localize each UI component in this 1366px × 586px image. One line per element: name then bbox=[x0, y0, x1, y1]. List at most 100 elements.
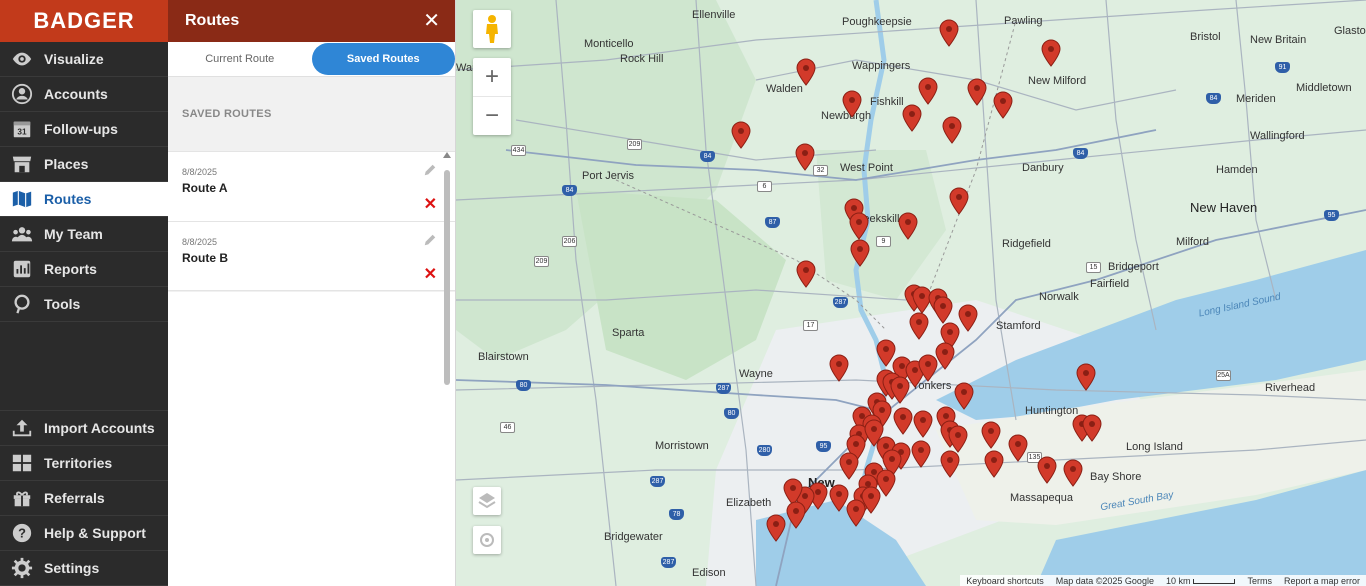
nav-routes[interactable]: Routes bbox=[0, 182, 168, 217]
map-label: Long Island bbox=[1126, 441, 1183, 453]
scroll-thumb[interactable] bbox=[444, 170, 450, 385]
location-pin-icon[interactable] bbox=[846, 499, 866, 527]
location-pin-icon[interactable] bbox=[839, 452, 859, 480]
route-shield: 287 bbox=[833, 297, 848, 308]
location-pin-icon[interactable] bbox=[1063, 459, 1083, 487]
grid-icon bbox=[11, 452, 33, 474]
report-link[interactable]: Report a map error bbox=[1278, 576, 1366, 586]
location-pin-icon[interactable] bbox=[796, 260, 816, 288]
user-icon bbox=[11, 83, 33, 105]
location-pin-icon[interactable] bbox=[795, 143, 815, 171]
location-pin-icon[interactable] bbox=[942, 116, 962, 144]
location-pin-icon[interactable] bbox=[902, 104, 922, 132]
location-pin-icon[interactable] bbox=[1037, 456, 1057, 484]
location-pin-icon[interactable] bbox=[1076, 363, 1096, 391]
nav-visualize[interactable]: Visualize bbox=[0, 42, 168, 77]
location-pin-icon[interactable] bbox=[933, 296, 953, 324]
nav-label: Import Accounts bbox=[44, 420, 155, 436]
zoom-out-button[interactable]: − bbox=[473, 97, 511, 135]
nav-my-team[interactable]: My Team bbox=[0, 217, 168, 252]
locate-button[interactable] bbox=[473, 526, 501, 554]
location-pin-icon[interactable] bbox=[1041, 39, 1061, 67]
nav-accounts[interactable]: Accounts bbox=[0, 77, 168, 112]
location-pin-icon[interactable] bbox=[981, 421, 1001, 449]
nav-places[interactable]: Places bbox=[0, 147, 168, 182]
location-pin-icon[interactable] bbox=[842, 90, 862, 118]
location-pin-icon[interactable] bbox=[954, 382, 974, 410]
close-icon[interactable]: ✕ bbox=[423, 11, 440, 31]
app-root: BADGER Visualize Accounts 31 Follow-ups … bbox=[0, 0, 1366, 586]
map-label: Fairfield bbox=[1090, 278, 1130, 290]
location-pin-icon[interactable] bbox=[796, 58, 816, 86]
map-label: New Britain bbox=[1250, 34, 1307, 46]
tab-saved-routes[interactable]: Saved Routes bbox=[311, 43, 455, 75]
nav-label: Visualize bbox=[44, 51, 104, 67]
route-shield: 46 bbox=[500, 422, 515, 433]
route-shield: 87 bbox=[765, 217, 780, 228]
pencil-icon[interactable] bbox=[423, 233, 437, 247]
map-label: Danbury bbox=[1022, 162, 1064, 174]
location-pin-icon[interactable] bbox=[850, 239, 870, 267]
location-pin-icon[interactable] bbox=[949, 187, 969, 215]
nav-import-accounts[interactable]: Import Accounts bbox=[0, 411, 168, 446]
chart-icon bbox=[11, 258, 33, 280]
location-pin-icon[interactable] bbox=[1008, 434, 1028, 462]
location-pin-icon[interactable] bbox=[958, 304, 978, 332]
keyboard-shortcuts-link[interactable]: Keyboard shortcuts bbox=[960, 576, 1050, 586]
location-pin-icon[interactable] bbox=[948, 425, 968, 453]
nav-tools[interactable]: Tools bbox=[0, 287, 168, 322]
scroll-up-icon[interactable] bbox=[443, 152, 451, 158]
location-pin-icon[interactable] bbox=[1082, 414, 1102, 442]
location-pin-icon[interactable] bbox=[911, 440, 931, 468]
nav-territories[interactable]: Territories bbox=[0, 446, 168, 481]
location-pin-icon[interactable] bbox=[918, 354, 938, 382]
location-pin-icon[interactable] bbox=[993, 91, 1013, 119]
layers-button[interactable] bbox=[473, 487, 501, 515]
route-shield: 95 bbox=[1324, 210, 1339, 221]
map-label: Stamford bbox=[996, 320, 1041, 332]
location-pin-icon[interactable] bbox=[829, 354, 849, 382]
terms-link[interactable]: Terms bbox=[1241, 576, 1278, 586]
nav-reports[interactable]: Reports bbox=[0, 252, 168, 287]
nav-label: Settings bbox=[44, 560, 100, 576]
nav-settings[interactable]: Settings bbox=[0, 551, 168, 586]
location-pin-icon[interactable] bbox=[731, 121, 751, 149]
location-pin-icon[interactable] bbox=[913, 410, 933, 438]
map[interactable]: Ellenville Monticello Rock Hill Warwick … bbox=[456, 0, 1366, 586]
location-pin-icon[interactable] bbox=[935, 342, 955, 370]
route-shield: 209 bbox=[627, 139, 642, 150]
route-item[interactable]: 8/8/2025 Route B ✕ bbox=[168, 221, 455, 291]
upload-icon bbox=[11, 417, 33, 439]
route-item[interactable]: 8/8/2025 Route A ✕ bbox=[168, 151, 455, 221]
zoom-in-button[interactable]: + bbox=[473, 59, 511, 97]
location-pin-icon[interactable] bbox=[909, 312, 929, 340]
location-pin-icon[interactable] bbox=[849, 212, 869, 240]
location-pin-icon[interactable] bbox=[967, 78, 987, 106]
logo[interactable]: BADGER bbox=[0, 0, 168, 42]
route-list: 8/8/2025 Route A ✕ 8/8/2025 Route B ✕ bbox=[168, 151, 455, 291]
nav-help-support[interactable]: ? Help & Support bbox=[0, 516, 168, 551]
map-label: Ridgefield bbox=[1002, 238, 1051, 250]
location-pin-icon[interactable] bbox=[890, 376, 910, 404]
tab-current-route[interactable]: Current Route bbox=[168, 42, 312, 76]
map-icon bbox=[11, 188, 33, 210]
location-pin-icon[interactable] bbox=[918, 77, 938, 105]
location-pin-icon[interactable] bbox=[939, 19, 959, 47]
location-pin-icon[interactable] bbox=[786, 501, 806, 529]
nav-follow-ups[interactable]: 31 Follow-ups bbox=[0, 112, 168, 147]
location-pin-icon[interactable] bbox=[984, 450, 1004, 478]
route-shield: 206 bbox=[562, 236, 577, 247]
location-pin-icon[interactable] bbox=[898, 212, 918, 240]
location-pin-icon[interactable] bbox=[766, 514, 786, 542]
pegman-button[interactable] bbox=[473, 10, 511, 48]
route-shield: 287 bbox=[661, 557, 676, 568]
nav-referrals[interactable]: Referrals bbox=[0, 481, 168, 516]
delete-icon[interactable]: ✕ bbox=[424, 194, 437, 214]
location-pin-icon[interactable] bbox=[940, 450, 960, 478]
eye-icon bbox=[11, 48, 33, 70]
panel-scrollbar[interactable] bbox=[443, 152, 451, 586]
pencil-icon[interactable] bbox=[423, 163, 437, 177]
map-label: Wallingford bbox=[1250, 130, 1305, 142]
delete-icon[interactable]: ✕ bbox=[424, 264, 437, 284]
location-pin-icon[interactable] bbox=[893, 407, 913, 435]
